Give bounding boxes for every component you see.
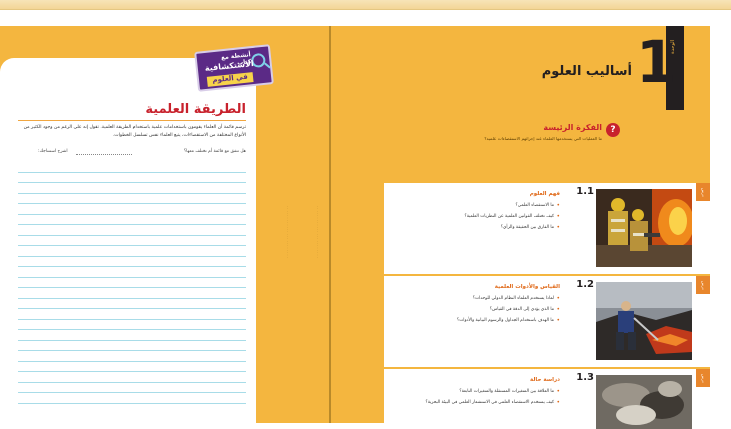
- answer-line[interactable]: [18, 246, 246, 257]
- lesson-question: لماذا يستخدم العلماء النظام الدولي للوحد…: [414, 295, 560, 307]
- big-idea-label: الفكرة الرئيسة: [543, 123, 602, 132]
- lesson-title: فهم العلوم: [529, 191, 560, 197]
- lesson-number: 1.2: [576, 279, 594, 290]
- left-page-margin: · · · · · · · · · · · · · · · · · · · · …: [256, 26, 329, 423]
- lesson-card[interactable]: درس 1.2 القياس والأدوات العلمية لماذا يس…: [384, 276, 710, 367]
- exploration-activity-badge: أنشطة مع كتاب الاستكشافية في العلوم: [194, 44, 274, 92]
- explain-label: اشرح استنتاجك:: [38, 149, 68, 154]
- badge-line-3: في العلوم: [206, 72, 254, 87]
- answer-line[interactable]: [18, 299, 246, 309]
- lesson-question: ما الاستقصاء العلمي؟: [414, 202, 560, 214]
- lesson-question: كيف يستخدم الاستقصاء العلمي في الاستشعار…: [414, 399, 560, 411]
- volcano-scientist-photo: [596, 282, 692, 360]
- lesson-card[interactable]: درس 1.3 دراسة حالة ما العلاقة بين المتغي…: [384, 369, 710, 429]
- lesson-tag: درس: [696, 369, 710, 387]
- lesson-question: ما الذي يؤدي إلى الدقة في القياس؟: [414, 306, 560, 318]
- lesson-number: 1.3: [576, 372, 594, 383]
- question-row: هل تتفق مع قائمة أم تختلف معها؟ اشرح است…: [18, 149, 246, 157]
- lesson-card[interactable]: درس 1.1 فهم العلوم ما الاستقصاء العلمي؟ …: [384, 183, 710, 274]
- answer-line[interactable]: [18, 351, 246, 362]
- answer-line[interactable]: [18, 215, 246, 225]
- chapter-title: أساليب العلوم: [541, 64, 632, 79]
- lesson-tag: درس: [696, 276, 710, 294]
- answer-line[interactable]: [18, 183, 246, 194]
- lesson-number: 1.1: [576, 186, 594, 197]
- activity-intro: ترسم قائمة أن العلماء يقومون باستخدامات …: [23, 125, 246, 138]
- answer-line[interactable]: [18, 393, 246, 404]
- answer-line[interactable]: [18, 362, 246, 372]
- lesson-title: دراسة حالة: [530, 377, 560, 383]
- lesson-questions: ما الاستقصاء العلمي؟ كيف تختلف القوانين …: [414, 202, 560, 236]
- title-rule: [18, 120, 246, 121]
- answer-line[interactable]: [18, 341, 246, 351]
- answer-line[interactable]: [18, 383, 246, 393]
- oil-spill-photo: [596, 375, 692, 429]
- lesson-question: ما العلاقة بين المتغيرات المستقلة والمتغ…: [414, 388, 560, 400]
- answer-line[interactable]: [18, 162, 246, 173]
- question-icon: ?: [606, 123, 620, 137]
- answer-line[interactable]: [18, 330, 246, 341]
- answer-line[interactable]: [18, 320, 246, 330]
- lesson-question: ما الهدف باستخدام الجداول والرسوم البيان…: [414, 317, 560, 329]
- answer-line[interactable]: [18, 257, 246, 267]
- answer-line[interactable]: [18, 288, 246, 299]
- big-idea-text: ما العمليات التي يستخدمها العلماء عند إج…: [484, 136, 602, 141]
- answer-dots[interactable]: [76, 154, 132, 155]
- answer-line[interactable]: [18, 267, 246, 278]
- margin-vertical-text: · · · · · · · · · · · · · · · · · · · · …: [286, 206, 290, 258]
- book-spine: [329, 26, 331, 423]
- answer-line[interactable]: [18, 309, 246, 320]
- agree-question: هل تتفق مع قائمة أم تختلف معها؟: [183, 149, 246, 154]
- margin-vertical-text: · · · · · · · · · · · · · · · · · · · · …: [316, 206, 320, 258]
- lesson-questions: لماذا يستخدم العلماء النظام الدولي للوحد…: [414, 295, 560, 329]
- lesson-tag: درس: [696, 183, 710, 201]
- answer-line[interactable]: [18, 278, 246, 288]
- answer-line[interactable]: [18, 236, 246, 246]
- lesson-question: ما الفارق بين الحقيقة والرأي؟: [414, 224, 560, 236]
- firefighters-photo: [596, 189, 692, 267]
- lesson-question: كيف تختلف القوانين العلمية عن النظريات ا…: [414, 213, 560, 225]
- answer-line[interactable]: [18, 225, 246, 236]
- top-strip: [0, 0, 731, 10]
- answer-line[interactable]: [18, 194, 246, 204]
- lesson-questions: ما العلاقة بين المتغيرات المستقلة والمتغ…: [414, 388, 560, 411]
- answer-line[interactable]: [18, 173, 246, 183]
- answer-line[interactable]: [18, 372, 246, 383]
- answer-lines[interactable]: [18, 162, 246, 404]
- lesson-title: القياس والأدوات العلمية: [494, 284, 560, 290]
- answer-line[interactable]: [18, 204, 246, 215]
- chapter-number: 1: [636, 28, 677, 96]
- activity-title: الطريقة العلمية: [145, 102, 246, 117]
